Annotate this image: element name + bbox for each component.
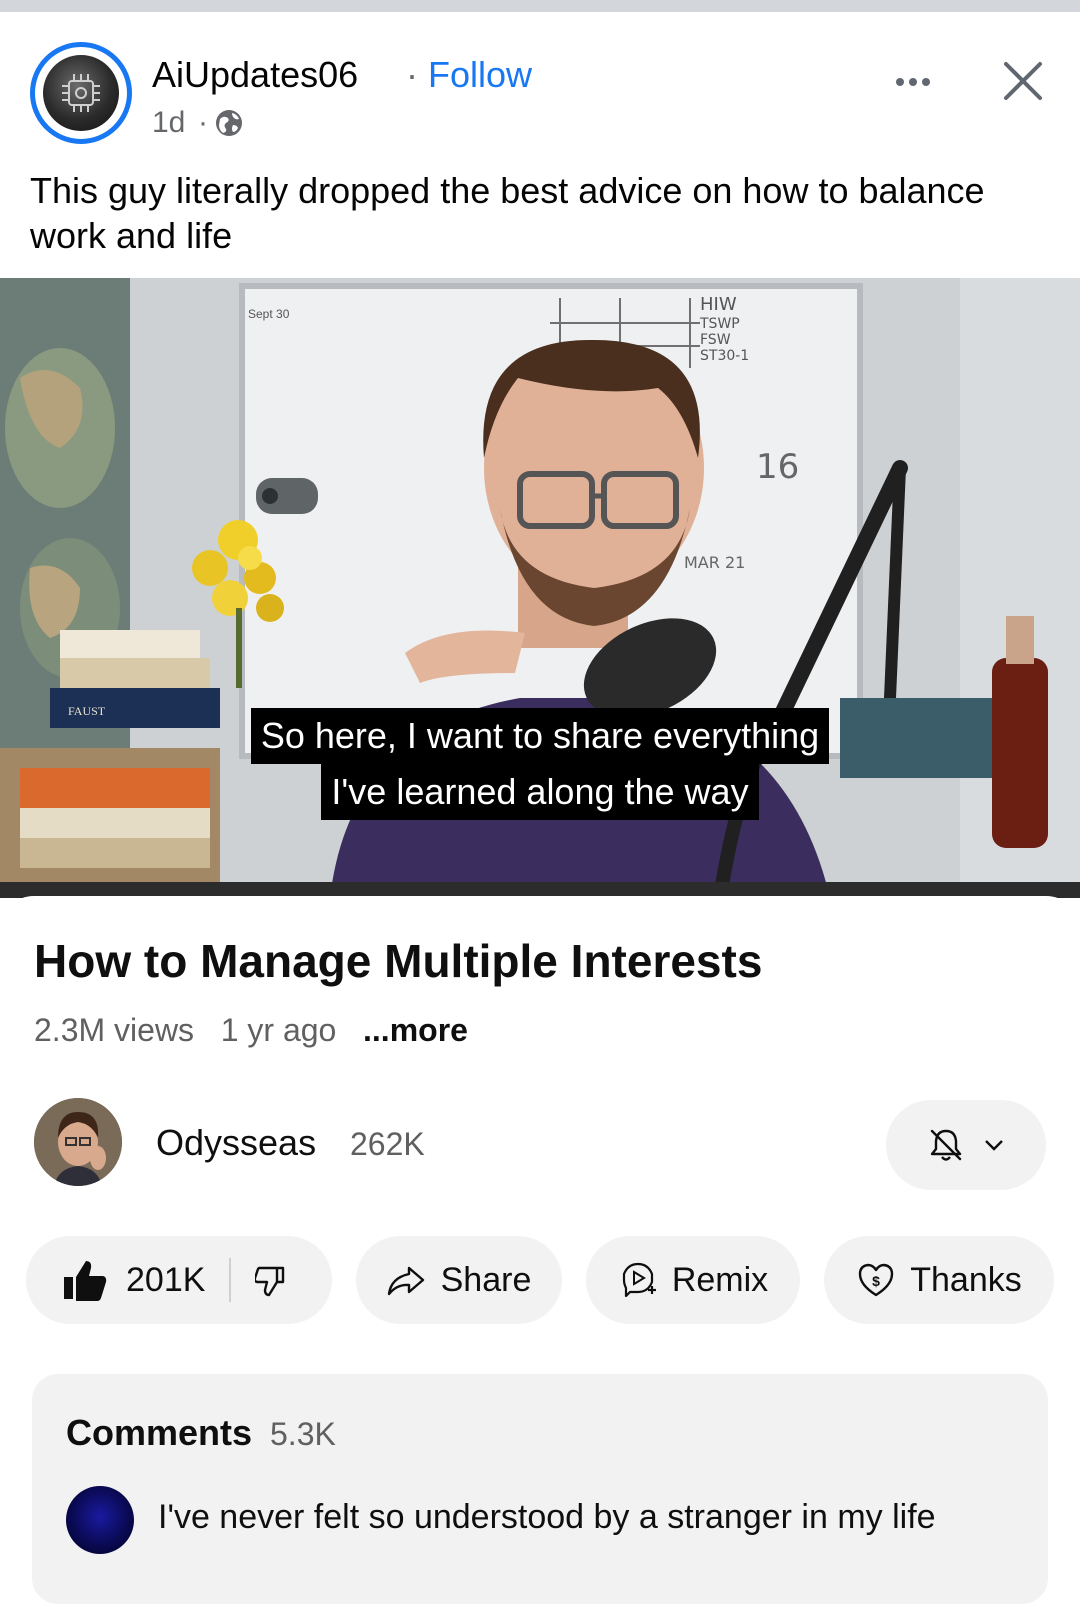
whiteboard-note-2: TSWP bbox=[699, 316, 740, 332]
more-link[interactable]: ...more bbox=[363, 1012, 468, 1048]
youtube-info-card: How to Manage Multiple Interests 2.3M vi… bbox=[0, 896, 1080, 1620]
post-caption: This guy literally dropped the best advi… bbox=[30, 170, 985, 256]
more-icon[interactable] bbox=[888, 60, 938, 100]
channel-avatar[interactable] bbox=[34, 1098, 122, 1186]
whiteboard-number: 16 bbox=[756, 447, 799, 487]
comments-section[interactable]: Comments 5.3K I've never felt so underst… bbox=[32, 1374, 1048, 1604]
top-divider-bar bbox=[0, 0, 1080, 12]
dislike-button[interactable] bbox=[231, 1262, 291, 1298]
whiteboard-note-3: FSW bbox=[700, 332, 731, 348]
remix-label: Remix bbox=[671, 1260, 769, 1299]
channel-name[interactable]: Odysseas bbox=[156, 1122, 316, 1164]
follow-button[interactable]: Follow bbox=[428, 54, 532, 96]
thumbs-down-icon bbox=[255, 1266, 285, 1297]
thanks-icon: $ bbox=[859, 1263, 894, 1297]
whiteboard-corner-note: Sept 30 bbox=[248, 307, 290, 321]
svg-text:$: $ bbox=[872, 1273, 880, 1289]
whiteboard-date: MAR 21 bbox=[684, 553, 745, 572]
thumbs-up-icon bbox=[64, 1261, 107, 1301]
author-name[interactable]: AiUpdates06 bbox=[152, 54, 358, 96]
subscriber-count: 262K bbox=[350, 1126, 425, 1162]
share-icon bbox=[387, 1266, 424, 1296]
remix-icon bbox=[622, 1262, 656, 1298]
post-header: AiUpdates06 · Follow 1d · bbox=[0, 12, 1080, 162]
post-time[interactable]: 1d bbox=[152, 106, 185, 140]
page-avatar[interactable] bbox=[30, 42, 132, 144]
video-subtitles: So here, I want to share everything I've… bbox=[0, 708, 1080, 820]
close-icon[interactable] bbox=[1000, 58, 1046, 104]
commenter-avatar bbox=[66, 1486, 134, 1554]
thanks-label: Thanks bbox=[910, 1260, 1022, 1299]
upload-age: 1 yr ago bbox=[220, 1012, 337, 1048]
notification-bell-button[interactable] bbox=[886, 1100, 1046, 1190]
subtitle-line-2: I've learned along the way bbox=[321, 764, 759, 820]
video-title: How to Manage Multiple Interests bbox=[34, 935, 763, 987]
comments-count: 5.3K bbox=[270, 1416, 336, 1452]
top-comment-text: I've never felt so understood by a stran… bbox=[158, 1498, 936, 1536]
subtitle-line-1: So here, I want to share everything bbox=[250, 708, 830, 764]
thanks-button[interactable]: $ Thanks bbox=[824, 1236, 1054, 1324]
bell-off-icon bbox=[930, 1129, 962, 1161]
chip-icon bbox=[62, 74, 100, 112]
chevron-down-icon bbox=[985, 1140, 1003, 1151]
share-button[interactable]: Share bbox=[356, 1236, 562, 1324]
comments-title: Comments bbox=[66, 1412, 253, 1453]
whiteboard-note-4: ST30-1 bbox=[700, 348, 749, 364]
share-label: Share bbox=[440, 1260, 532, 1299]
ai-chip-logo bbox=[43, 55, 119, 131]
remix-button[interactable]: Remix bbox=[586, 1236, 800, 1324]
channel-avatar-image bbox=[34, 1098, 122, 1186]
video-stats[interactable]: 2.3M views 1 yr ago ...more bbox=[34, 1012, 468, 1049]
whiteboard-note-1: HIW bbox=[700, 294, 737, 315]
view-count: 2.3M views bbox=[34, 1012, 195, 1048]
like-button[interactable]: 201K bbox=[26, 1259, 205, 1301]
like-count: 201K bbox=[126, 1260, 206, 1299]
time-separator: · bbox=[198, 106, 208, 139]
separator-dot: · bbox=[406, 54, 418, 95]
video-frame[interactable]: Sept 30 HIW TSWP FSW ST30-1 16 MAR 21 FA… bbox=[0, 278, 1080, 898]
like-dislike-group: 201K bbox=[26, 1236, 332, 1324]
globe-icon bbox=[216, 110, 242, 136]
